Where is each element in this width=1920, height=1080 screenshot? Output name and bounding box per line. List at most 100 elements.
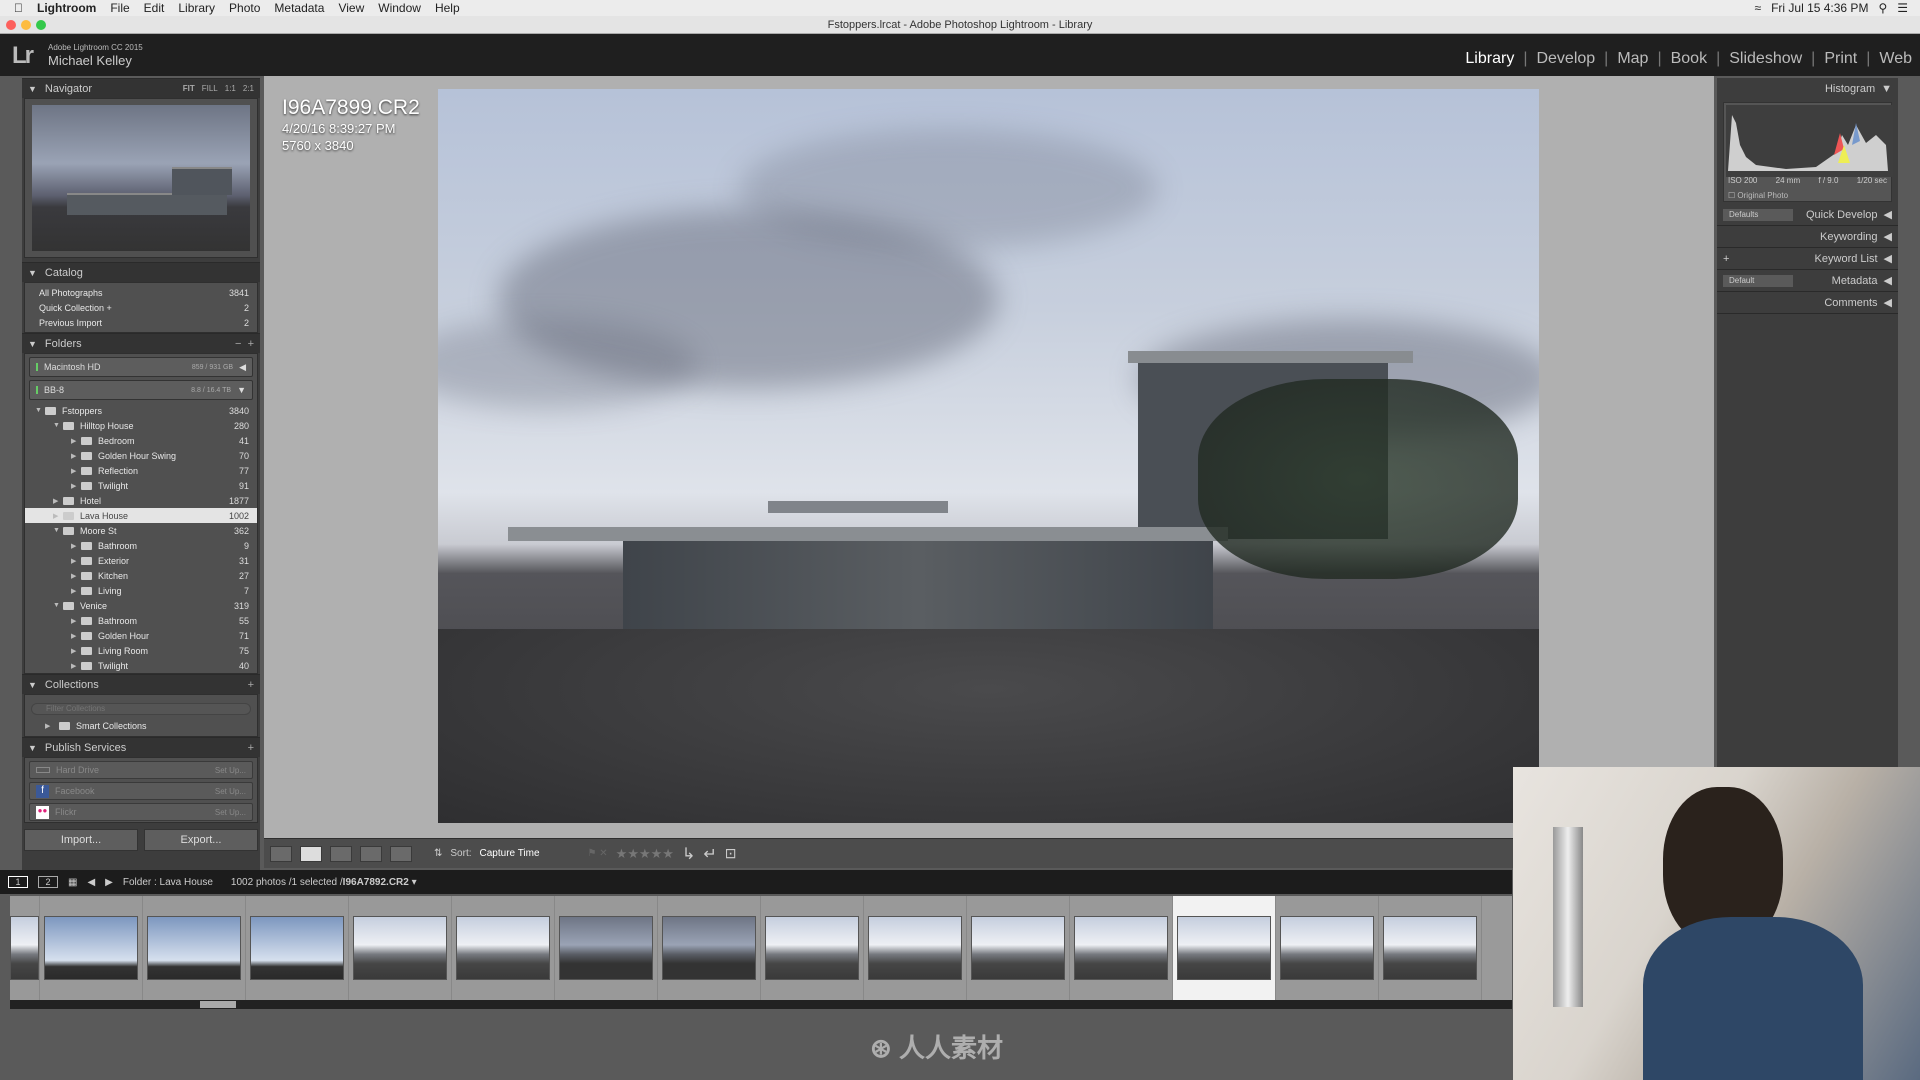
filmstrip-cell[interactable] — [761, 896, 864, 1000]
rotate-left-icon[interactable]: ↳ — [682, 844, 695, 864]
filmstrip-thumbnail[interactable] — [1280, 916, 1374, 980]
filmstrip-status[interactable]: 1002 photos /1 selected /I96A7892.CR2 ▾ — [231, 877, 417, 888]
folder-item[interactable]: ▶ Hotel 1877 — [25, 493, 257, 508]
zoom-fit[interactable]: FIT — [183, 84, 195, 93]
metadata-header[interactable]: Default Metadata ◀ — [1717, 270, 1898, 292]
publish-hard-drive[interactable]: Hard Drive Set Up... — [29, 761, 253, 779]
notification-icon[interactable]: ☰ — [1897, 1, 1908, 15]
disclosure-icon[interactable]: ▶ — [71, 587, 81, 595]
folder-item[interactable]: ▶ Bathroom 55 — [25, 613, 257, 628]
filmstrip-thumbnail[interactable] — [10, 916, 39, 980]
quick-develop-preset[interactable]: Defaults — [1723, 208, 1793, 221]
loupe-view-button[interactable] — [300, 845, 322, 862]
disclosure-icon[interactable]: ▶ — [53, 512, 63, 520]
module-develop[interactable]: Develop — [1536, 50, 1595, 68]
folder-item[interactable]: ▶ Golden Hour 71 — [25, 628, 257, 643]
filmstrip-thumbnail[interactable] — [353, 916, 447, 980]
folder-item[interactable]: ▶ Bedroom 41 — [25, 433, 257, 448]
disclosure-icon[interactable]: ▶ — [71, 467, 81, 475]
filmstrip-cell[interactable] — [1173, 896, 1276, 1000]
people-view-button[interactable] — [390, 845, 412, 862]
catalog-item[interactable]: Quick Collection +2 — [25, 300, 257, 315]
filmstrip-thumbnail[interactable] — [147, 916, 241, 980]
rotate-right-icon[interactable]: ↵ — [703, 844, 716, 864]
filmstrip-thumbnail[interactable] — [44, 916, 138, 980]
module-print[interactable]: Print — [1824, 50, 1857, 68]
compare-view-button[interactable] — [330, 845, 352, 862]
apple-icon[interactable]:  — [14, 1, 23, 15]
filmstrip-cell[interactable] — [143, 896, 246, 1000]
filmstrip-cell[interactable] — [658, 896, 761, 1000]
module-web[interactable]: Web — [1879, 50, 1912, 68]
crop-face-icon[interactable]: ⊡ — [725, 845, 737, 862]
back-arrow-icon[interactable]: ◀ — [87, 877, 95, 888]
disclosure-icon[interactable]: ▶ — [71, 542, 81, 550]
zoom-fill[interactable]: FILL — [202, 84, 218, 93]
menu-edit[interactable]: Edit — [144, 1, 165, 15]
disclosure-icon[interactable]: ▼ — [53, 422, 63, 429]
menu-help[interactable]: Help — [435, 1, 460, 15]
module-book[interactable]: Book — [1671, 50, 1707, 68]
add-publish-icon[interactable]: + — [248, 742, 254, 754]
comments-header[interactable]: Comments ◀ — [1717, 292, 1898, 314]
module-map[interactable]: Map — [1617, 50, 1648, 68]
filmstrip-thumbnail[interactable] — [662, 916, 756, 980]
disclosure-icon[interactable]: ▶ — [71, 617, 81, 625]
filmstrip-cell[interactable] — [246, 896, 349, 1000]
catalog-item[interactable]: All Photographs 3841 — [25, 285, 257, 300]
menu-view[interactable]: View — [338, 1, 364, 15]
close-button[interactable] — [6, 20, 16, 30]
disclosure-icon[interactable]: ▶ — [71, 632, 81, 640]
grid-icon[interactable]: ▦ — [68, 877, 77, 888]
sort-select[interactable]: Capture Time — [480, 848, 540, 859]
metadata-preset[interactable]: Default — [1723, 274, 1793, 287]
navigator-header[interactable]: ▼ Navigator FIT FILL 1:1 2:1 — [22, 78, 260, 98]
menu-file[interactable]: File — [110, 1, 129, 15]
filmstrip-cell[interactable] — [967, 896, 1070, 1000]
filmstrip-cell[interactable] — [40, 896, 143, 1000]
histogram-header[interactable]: Histogram ▼ — [1717, 78, 1898, 100]
filmstrip-cell[interactable] — [864, 896, 967, 1000]
menu-photo[interactable]: Photo — [229, 1, 260, 15]
folder-item[interactable]: ▼ Hilltop House 280 — [25, 418, 257, 433]
keywording-header[interactable]: Keywording ◀ — [1717, 226, 1898, 248]
folder-item[interactable]: ▼ Moore St 362 — [25, 523, 257, 538]
filter-collections-input[interactable] — [31, 702, 251, 715]
filmstrip-thumbnail[interactable] — [250, 916, 344, 980]
volume-bb-8[interactable]: BB-8 8.8 / 16.4 TB ▼ — [29, 380, 253, 400]
disclosure-icon[interactable]: ▶ — [53, 497, 63, 505]
clock[interactable]: Fri Jul 15 4:36 PM — [1771, 1, 1868, 15]
disclosure-icon[interactable]: ▼ — [35, 407, 45, 414]
folder-item[interactable]: ▶ Exterior 31 — [25, 553, 257, 568]
folder-item[interactable]: ▶ Bathroom 9 — [25, 538, 257, 553]
filmstrip-cell[interactable] — [10, 896, 40, 1000]
filmstrip-thumbnail[interactable] — [1074, 916, 1168, 980]
star-rating[interactable]: ★★★★★ — [616, 846, 674, 862]
smart-collections[interactable]: ▶ Smart Collections — [25, 718, 257, 733]
folder-item[interactable]: ▶ Golden Hour Swing 70 — [25, 448, 257, 463]
folder-item[interactable]: ▶ Living 7 — [25, 583, 257, 598]
add-keyword-icon[interactable]: + — [1723, 253, 1729, 265]
filmstrip-cell[interactable] — [349, 896, 452, 1000]
disclosure-icon[interactable]: ▶ — [71, 452, 81, 460]
menu-app[interactable]: Lightroom — [37, 1, 96, 15]
disclosure-icon[interactable]: ▶ — [71, 647, 81, 655]
sort-direction-icon[interactable]: ⇅ — [434, 848, 442, 859]
disclosure-icon[interactable]: ▶ — [71, 482, 81, 490]
navigator-thumbnail[interactable] — [32, 105, 250, 251]
publish-facebook[interactable]: f Facebook Set Up... — [29, 782, 253, 800]
flag-icon[interactable]: ⚑ ✕ — [588, 848, 608, 859]
filmstrip-thumbnail[interactable] — [1383, 916, 1477, 980]
catalog-item[interactable]: Previous Import 2 — [25, 315, 257, 330]
wifi-icon[interactable]: ≈ — [1754, 1, 1761, 15]
second-window-button[interactable]: 2 — [38, 876, 58, 888]
main-window-button[interactable]: 1 — [8, 876, 28, 888]
disclosure-icon[interactable]: ▶ — [71, 437, 81, 445]
module-slideshow[interactable]: Slideshow — [1729, 50, 1802, 68]
folder-item[interactable]: ▼ Fstoppers 3840 — [25, 403, 257, 418]
menu-metadata[interactable]: Metadata — [274, 1, 324, 15]
navigator-preview[interactable] — [24, 98, 258, 258]
folder-item[interactable]: ▶ Living Room 75 — [25, 643, 257, 658]
folder-item[interactable]: ▶ Lava House 1002 — [25, 508, 257, 523]
original-photo-checkbox[interactable]: ☐ Original Photo — [1728, 191, 1788, 200]
